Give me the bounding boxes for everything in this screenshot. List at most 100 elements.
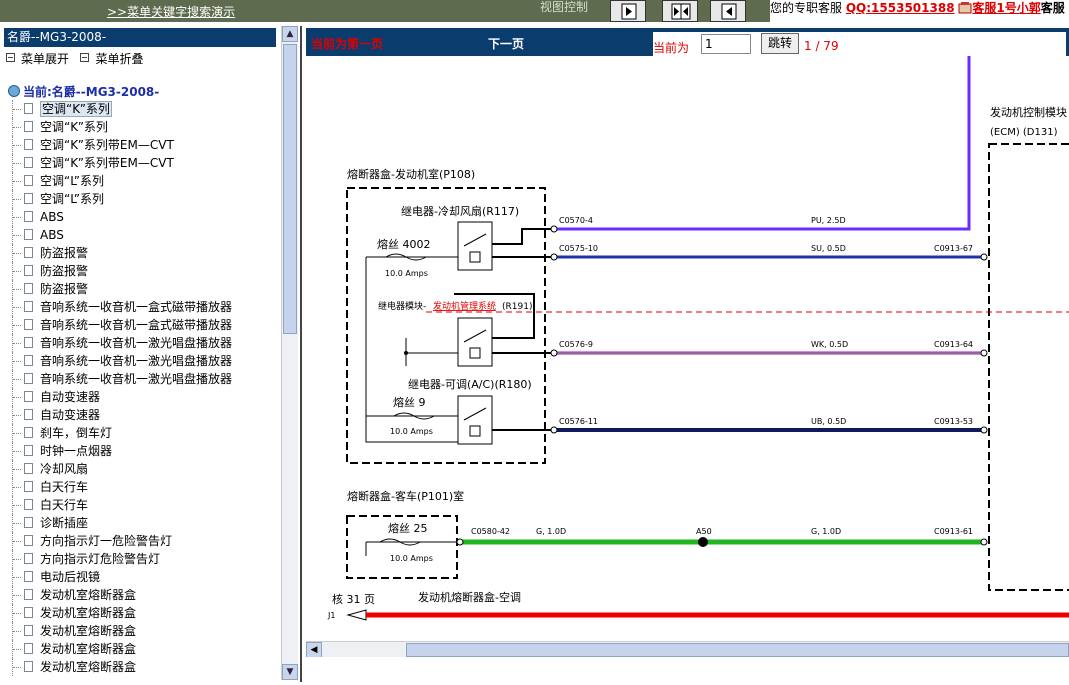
menu-item[interactable]: 时钟一点烟器 <box>12 442 282 460</box>
search-demo-link[interactable]: >>菜单关键字搜索演示 <box>107 3 235 20</box>
menu-item-label[interactable]: 空调“K”系列带EM—CVT <box>40 138 174 152</box>
menu-item[interactable]: 防盗报警 <box>12 280 282 298</box>
menu-item[interactable]: 白天行车 <box>12 496 282 514</box>
wire-2-to: C0913-67 <box>934 244 973 253</box>
document-icon <box>24 139 33 150</box>
menu-item-label[interactable]: 音响系统一收音机一激光唱盘播放器 <box>40 336 232 350</box>
menu-item[interactable]: 冷却风扇 <box>12 460 282 478</box>
menu-item[interactable]: 空调“L”系列 <box>12 190 282 208</box>
relay-fan-symbol <box>457 221 493 271</box>
menu-item-label[interactable]: 空调“K”系列 <box>40 101 112 117</box>
menu-item-label[interactable]: 发动机室熔断器盒 <box>40 624 136 638</box>
menu-item[interactable]: 空调“L”系列 <box>12 172 282 190</box>
menu-item[interactable]: 音响系统一收音机一盒式磁带播放器 <box>12 298 282 316</box>
menu-item[interactable]: 防盗报警 <box>12 244 282 262</box>
view-right-pane-button[interactable] <box>710 0 746 22</box>
scroll-down-icon[interactable]: ▼ <box>282 664 298 680</box>
fusebox-engine-box <box>346 187 546 464</box>
menu-item[interactable]: 电动后视镜 <box>12 568 282 586</box>
menu-item-label[interactable]: 时钟一点烟器 <box>40 444 112 458</box>
menu-item-label[interactable]: 刹车，倒车灯 <box>40 426 112 440</box>
view-left-pane-button[interactable] <box>610 0 646 22</box>
menu-item-label[interactable]: 白天行车 <box>40 480 88 494</box>
menu-item-label[interactable]: 空调“K”系列 <box>40 120 108 134</box>
menu-item-label[interactable]: 诊断插座 <box>40 516 88 530</box>
menu-item-label[interactable]: 电动后视镜 <box>40 570 100 584</box>
menu-item[interactable]: 白天行车 <box>12 478 282 496</box>
menu-item-label[interactable]: ABS <box>40 210 64 224</box>
menu-item-label[interactable]: 发动机室熔断器盒 <box>40 660 136 674</box>
menu-item-label[interactable]: 空调“L”系列 <box>40 174 104 188</box>
menu-item[interactable]: ABS <box>12 226 282 244</box>
page-number-input[interactable] <box>701 34 751 54</box>
wire-2-from: C0575-10 <box>559 244 598 253</box>
menu-collapse-button[interactable]: 菜单折叠 <box>95 52 143 66</box>
menu-item-label[interactable]: 冷却风扇 <box>40 462 88 476</box>
hscroll-thumb[interactable] <box>406 643 1069 657</box>
menu-item[interactable]: 发动机室熔断器盒 <box>12 604 282 622</box>
menu-item[interactable]: 发动机室熔断器盒 <box>12 586 282 604</box>
menu-item-label[interactable]: 音响系统一收音机一盒式磁带播放器 <box>40 300 232 314</box>
menu-item-label[interactable]: 白天行车 <box>40 498 88 512</box>
menu-item[interactable]: 防盗报警 <box>12 262 282 280</box>
menu-item[interactable]: 音响系统一收音机一盒式磁带播放器 <box>12 316 282 334</box>
document-icon <box>24 373 33 384</box>
first-page-label[interactable]: 当前为第一页 <box>311 35 383 52</box>
menu-item-label[interactable]: 防盗报警 <box>40 264 88 278</box>
menu-item-label[interactable]: 防盗报警 <box>40 282 88 296</box>
menu-item[interactable]: 空调“K”系列带EM—CVT <box>12 136 282 154</box>
document-icon <box>24 463 33 474</box>
menu-item-label[interactable]: 自动变速器 <box>40 408 100 422</box>
menu-item-label[interactable]: 方向指示灯危险警告灯 <box>40 552 160 566</box>
menu-item-label[interactable]: 发动机室熔断器盒 <box>40 642 136 656</box>
menu-item-label[interactable]: 音响系统一收音机一激光唱盘播放器 <box>40 354 232 368</box>
menu-item[interactable]: 空调“K”系列带EM—CVT <box>12 154 282 172</box>
menu-item-label[interactable]: 自动变速器 <box>40 390 100 404</box>
document-icon <box>24 409 33 420</box>
diagram-hscrollbar[interactable]: ◀ <box>306 641 1069 658</box>
document-icon <box>24 535 33 546</box>
menu-item[interactable]: 发动机室熔断器盒 <box>12 640 282 658</box>
menu-item[interactable]: 空调“K”系列 <box>12 118 282 136</box>
menu-item[interactable]: 发动机室熔断器盒 <box>12 622 282 640</box>
qq-link[interactable]: QQ:1553501388 <box>846 1 955 15</box>
menu-item[interactable]: 自动变速器 <box>12 388 282 406</box>
menu-item-label[interactable]: 防盗报警 <box>40 246 88 260</box>
menu-item-label[interactable]: 发动机室熔断器盒 <box>40 606 136 620</box>
panel-split-arrows-icon <box>671 3 691 20</box>
menu-item[interactable]: 音响系统一收音机一激光唱盘播放器 <box>12 370 282 388</box>
menu-item[interactable]: 发动机室熔断器盒 <box>12 658 282 676</box>
wire-5-spec: G, 1.0D <box>536 527 566 536</box>
menu-item-label[interactable]: 音响系统一收音机一激光唱盘播放器 <box>40 372 232 386</box>
menu-item[interactable]: 刹车，倒车灯 <box>12 424 282 442</box>
menu-item[interactable]: 空调“K”系列 <box>12 100 282 118</box>
menu-item[interactable]: 音响系统一收音机一激光唱盘播放器 <box>12 352 282 370</box>
menu-item-label[interactable]: ABS <box>40 228 64 242</box>
jump-button[interactable]: 跳转 <box>761 33 799 54</box>
menu-scrollbar[interactable]: ▲ ▼ <box>281 26 298 680</box>
wire-pu-vertical <box>554 56 971 231</box>
menu-item-label[interactable]: 方向指示灯一危险警告灯 <box>40 534 172 548</box>
relay-ac-label: 继电器-可调(A/C)(R180) <box>408 378 532 391</box>
scroll-thumb[interactable] <box>283 44 297 334</box>
menu-expand-button[interactable]: 菜单展开 <box>21 52 69 66</box>
bottom-wire-label: 发动机熔断器盒-空调 <box>418 590 521 604</box>
menu-item-label[interactable]: 空调“K”系列带EM—CVT <box>40 156 174 170</box>
menu-item[interactable]: 自动变速器 <box>12 406 282 424</box>
cs-more: 客服 <box>1040 1 1065 15</box>
menu-item-label[interactable]: 发动机室熔断器盒 <box>40 588 136 602</box>
menu-item[interactable]: 方向指示灯一危险警告灯 <box>12 532 282 550</box>
menu-item[interactable]: 诊断插座 <box>12 514 282 532</box>
view-split-button[interactable] <box>662 0 698 22</box>
wire-3-to: C0913-64 <box>934 340 973 349</box>
scroll-left-icon[interactable]: ◀ <box>306 642 322 658</box>
menu-item[interactable]: ABS <box>12 208 282 226</box>
menu-item[interactable]: 音响系统一收音机一激光唱盘播放器 <box>12 334 282 352</box>
document-icon <box>24 391 33 402</box>
menu-item-label[interactable]: 音响系统一收音机一盒式磁带播放器 <box>40 318 232 332</box>
next-page-link[interactable]: 下一页 <box>488 35 524 52</box>
menu-item-label[interactable]: 空调“L”系列 <box>40 192 104 206</box>
menu-item[interactable]: 方向指示灯危险警告灯 <box>12 550 282 568</box>
scroll-up-icon[interactable]: ▲ <box>282 26 298 42</box>
cs-link[interactable]: 客服1号小郭 <box>972 1 1040 15</box>
